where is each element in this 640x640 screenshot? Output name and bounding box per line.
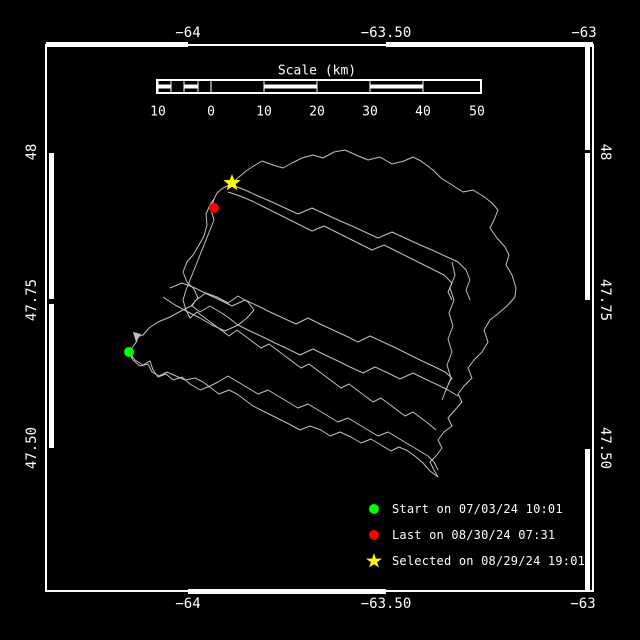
legend-last-marker-icon	[369, 530, 379, 540]
axis-label-right-2: 47.50	[597, 427, 613, 469]
last-point-marker[interactable]	[209, 203, 219, 213]
track-map-window: −64 −63.50 −63 −64 −63.50 −63 48 47.75 4…	[0, 0, 640, 640]
axis-label-left-1: 47.75	[24, 279, 40, 321]
track-path	[129, 167, 252, 352]
selected-point-marker[interactable]	[223, 174, 240, 190]
track-path	[183, 199, 436, 430]
scalebar-label-6: 50	[469, 105, 485, 120]
scalebar-title: Scale (km)	[278, 64, 356, 79]
scalebar-outline	[157, 80, 481, 93]
track-path	[232, 185, 470, 300]
start-point-marker[interactable]	[124, 347, 134, 357]
scalebar-label-5: 40	[415, 105, 431, 120]
map-border-segment	[49, 304, 54, 448]
legend-start-label: Start on 07/03/24 10:01	[392, 502, 563, 516]
legend-selected-label: Selected on 08/29/24 19:01	[392, 554, 585, 568]
track-path	[129, 352, 438, 470]
axis-label-bottom-1: −63.50	[361, 596, 412, 612]
legend-last-label: Last on 08/30/24 07:31	[392, 528, 555, 542]
map-border-segment	[188, 589, 386, 594]
scalebar-label-3: 20	[309, 105, 325, 120]
axis-label-bottom-0: −64	[175, 596, 200, 612]
axis-label-right-0: 48	[597, 144, 613, 161]
map-border-segment	[49, 153, 54, 299]
scalebar-label-0: 10	[150, 105, 166, 120]
track-path	[228, 192, 452, 300]
scalebar-stripe	[264, 85, 317, 89]
scalebar-stripe	[158, 85, 171, 89]
map-border-segment	[46, 42, 188, 47]
track-path	[170, 283, 452, 384]
track-path	[192, 293, 254, 325]
axis-label-right-1: 47.75	[597, 279, 613, 321]
scalebar-label-4: 30	[362, 105, 378, 120]
map-border-segment	[585, 153, 590, 300]
axis-label-bottom-2: −63	[570, 596, 595, 612]
track-path	[129, 297, 515, 477]
axis-label-left-0: 48	[24, 144, 40, 161]
axis-label-top-1: −63.50	[361, 25, 412, 41]
axis-label-left-2: 47.50	[24, 427, 40, 469]
axis-label-top-0: −64	[175, 25, 200, 41]
track-path	[252, 150, 516, 297]
track-path	[442, 262, 455, 400]
track-path	[163, 297, 458, 396]
legend-start-marker-icon	[369, 504, 379, 514]
scalebar-stripe	[370, 85, 423, 89]
map-border-segment	[585, 449, 590, 592]
scalebar-label-1: 0	[207, 105, 215, 120]
scalebar-stripe	[184, 85, 198, 89]
map-border-segment	[585, 45, 590, 150]
scalebar-label-2: 10	[256, 105, 272, 120]
axis-label-top-2: −63	[571, 25, 596, 41]
map-border-segment	[386, 42, 593, 47]
track-map-plot[interactable]	[0, 0, 640, 640]
